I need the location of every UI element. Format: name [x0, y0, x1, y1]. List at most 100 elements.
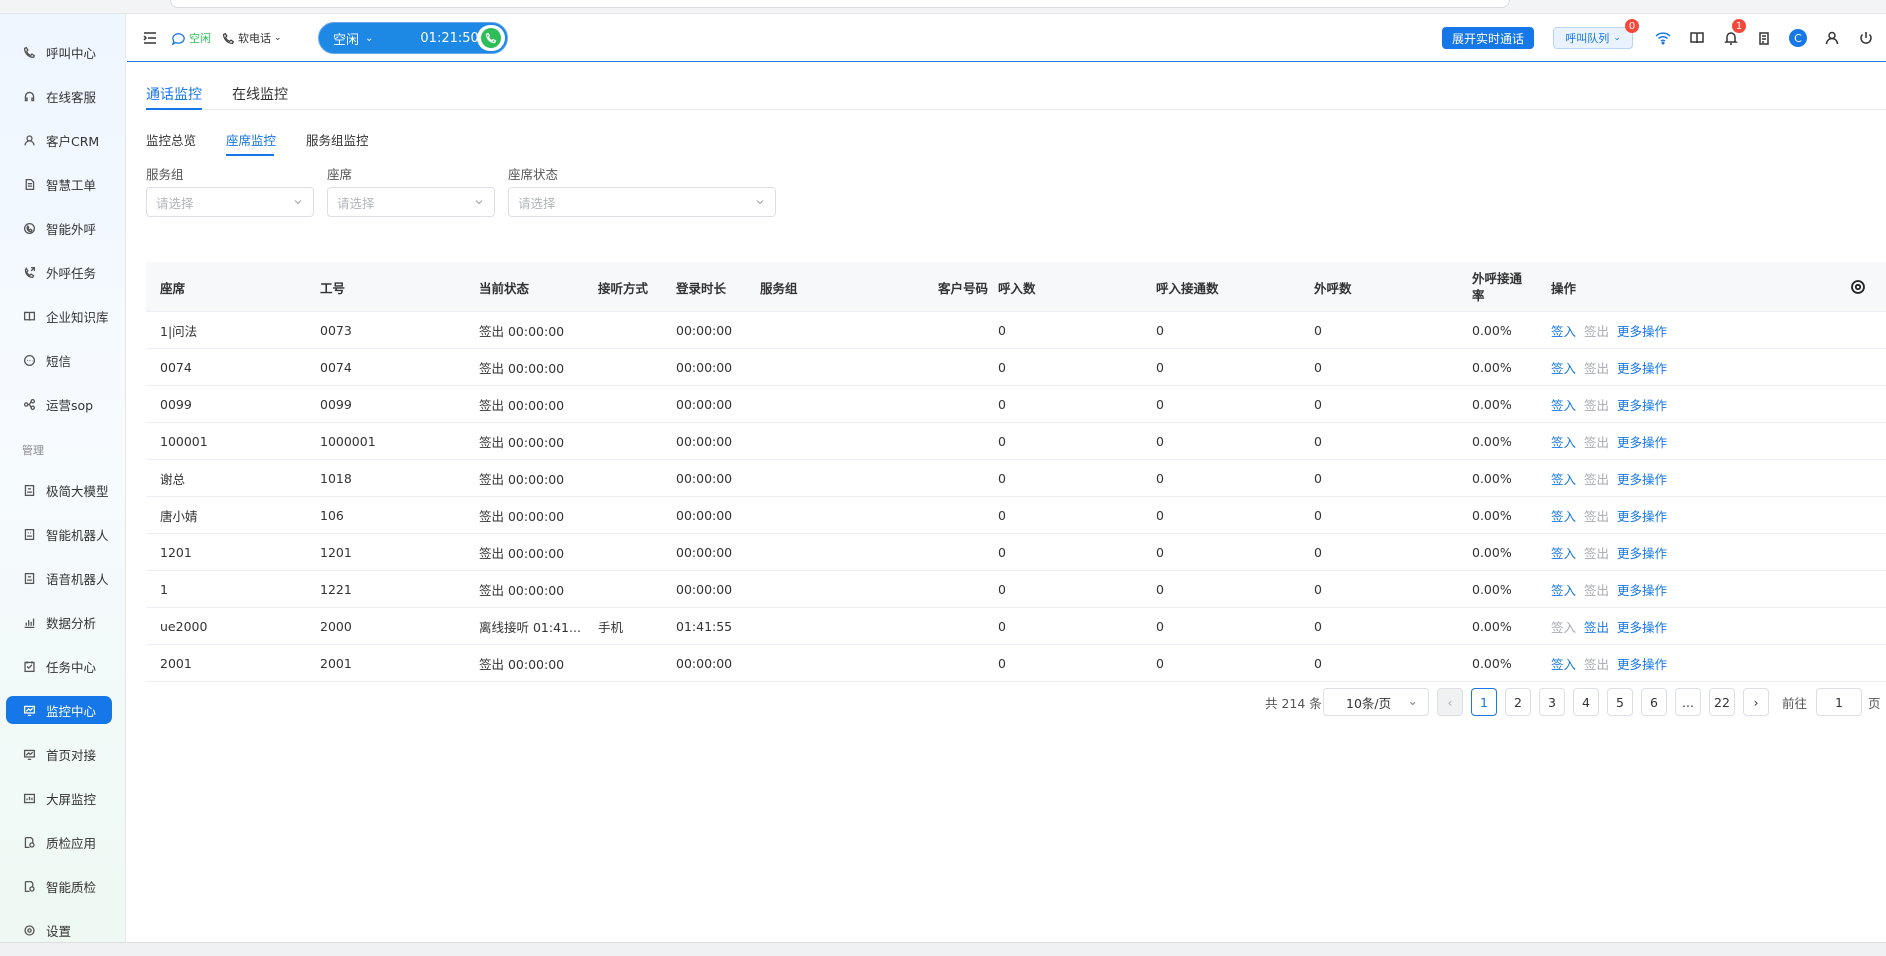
sidebar-item-user[interactable]: 客户CRM — [6, 126, 112, 154]
more-actions-link[interactable]: 更多操作 — [1617, 654, 1667, 673]
flow-icon — [22, 397, 36, 411]
signin-link[interactable]: 签入 — [1551, 358, 1576, 377]
signin-link[interactable]: 签入 — [1551, 654, 1576, 673]
realtime-call-button[interactable]: 展开实时通话 — [1442, 27, 1534, 49]
page-1[interactable]: 1 — [1471, 688, 1497, 716]
more-actions-link[interactable]: 更多操作 — [1617, 580, 1667, 599]
table-cell: 00:00:00 — [676, 582, 733, 597]
signin-link[interactable]: 签入 — [1551, 321, 1576, 340]
sidebar-item-chart[interactable]: 数据分析 — [6, 608, 112, 636]
menu-collapse-icon[interactable] — [141, 29, 159, 47]
goto-page-input[interactable]: 1 — [1816, 688, 1862, 716]
sidebar-item-task[interactable]: 任务中心 — [6, 652, 112, 680]
prev-page-button[interactable]: ‹ — [1437, 688, 1463, 716]
table-cell: 00:00:00 — [676, 545, 733, 560]
sidebar-item-book[interactable]: 企业知识库 — [6, 302, 112, 330]
sidebar-item-label: 呼叫中心 — [46, 45, 97, 61]
sidebar-item-phone[interactable]: 呼叫中心 — [6, 38, 112, 66]
book-icon[interactable] — [1688, 29, 1706, 47]
tab-online-monitor[interactable]: 在线监控 — [232, 84, 288, 104]
power-icon[interactable] — [1857, 29, 1875, 47]
signout-link[interactable]: 签出 — [1584, 358, 1609, 377]
signin-link[interactable]: 签入 — [1551, 543, 1576, 562]
page-2[interactable]: 2 — [1505, 688, 1531, 716]
tab-call-monitor[interactable]: 通话监控 — [146, 84, 202, 104]
table-cell: 01:41:55 — [676, 619, 733, 634]
signin-link[interactable]: 签入 — [1551, 432, 1576, 451]
page-22[interactable]: 22 — [1709, 688, 1735, 716]
signout-link[interactable]: 签出 — [1584, 432, 1609, 451]
subtab-overview[interactable]: 监控总览 — [146, 130, 196, 149]
subtab-agent-monitor[interactable]: 座席监控 — [226, 130, 276, 149]
next-page-button[interactable]: › — [1743, 688, 1769, 716]
signin-link[interactable]: 签入 — [1551, 469, 1576, 488]
more-actions-link[interactable]: 更多操作 — [1617, 469, 1667, 488]
call-control-pill[interactable]: 空闲 ⌄ 01:21:50 — [318, 22, 508, 54]
column-header: 操作 — [1551, 280, 1577, 296]
sidebar-item-voice-robot[interactable]: 语音机器人 — [6, 564, 112, 592]
table-cell: 2001 — [320, 656, 352, 671]
page-5[interactable]: 5 — [1607, 688, 1633, 716]
sidebar-item-monitor[interactable]: 监控中心 — [6, 696, 112, 724]
sidebar-item-inspect[interactable]: 质检应用 — [6, 828, 112, 856]
wifi-icon[interactable] — [1654, 29, 1672, 47]
sidebar-item-smart-inspect[interactable]: 智能质检 — [6, 872, 112, 900]
gear-icon — [22, 923, 36, 937]
signout-link[interactable]: 签出 — [1584, 469, 1609, 488]
more-actions-link[interactable]: 更多操作 — [1617, 432, 1667, 451]
column-settings-icon[interactable] — [1849, 278, 1867, 296]
more-actions-link[interactable]: 更多操作 — [1617, 321, 1667, 340]
sidebar-item-screen[interactable]: 大屏监控 — [6, 784, 112, 812]
user-profile-icon[interactable] — [1823, 29, 1841, 47]
sidebar-item-robot[interactable]: 智能机器人 — [6, 520, 112, 548]
sidebar-item-chat-phone[interactable]: 智能外呼 — [6, 214, 112, 242]
clipboard-icon[interactable] — [1755, 29, 1773, 47]
column-header: 接听方式 — [598, 280, 649, 296]
sidebar-item-flow[interactable]: 运营sop — [6, 390, 112, 418]
sidebar-item-headset[interactable]: 在线客服 — [6, 82, 112, 110]
group-select[interactable]: 请选择 — [146, 187, 314, 217]
more-actions-link[interactable]: 更多操作 — [1617, 358, 1667, 377]
table-cell: 0 — [1314, 545, 1322, 560]
signout-link[interactable]: 签出 — [1584, 617, 1609, 636]
sidebar-item-gear[interactable]: 设置 — [6, 916, 112, 944]
sidebar-item-model[interactable]: 极简大模型 — [6, 476, 112, 504]
signout-link[interactable]: 签出 — [1584, 395, 1609, 414]
page-size-select[interactable]: 10条/页 ⌄ — [1323, 688, 1429, 716]
more-actions-link[interactable]: 更多操作 — [1617, 506, 1667, 525]
sidebar-item-sms[interactable]: 短信 — [6, 346, 112, 374]
signin-link[interactable]: 签入 — [1551, 395, 1576, 414]
sidebar-item-phone-outgoing[interactable]: 外呼任务 — [6, 258, 112, 286]
more-actions-link[interactable]: 更多操作 — [1617, 395, 1667, 414]
total-count: 共 214 条 — [1265, 695, 1322, 711]
sidebar-item-dashboard[interactable]: 首页对接 — [6, 740, 112, 768]
more-actions-link[interactable]: 更多操作 — [1617, 543, 1667, 562]
agent-status-select[interactable]: 请选择 — [508, 187, 776, 217]
signout-link[interactable]: 签出 — [1584, 654, 1609, 673]
address-bar[interactable] — [170, 0, 1510, 8]
avatar[interactable]: C — [1789, 29, 1807, 47]
signout-link[interactable]: 签出 — [1584, 321, 1609, 340]
signout-link[interactable]: 签出 — [1584, 580, 1609, 599]
signin-link[interactable]: 签入 — [1551, 506, 1576, 525]
table-cell: 0 — [998, 323, 1006, 338]
page-3[interactable]: 3 — [1539, 688, 1565, 716]
signout-link[interactable]: 签出 — [1584, 506, 1609, 525]
row-actions: 签入 签出 更多操作 — [1551, 423, 1675, 460]
sidebar-item-document[interactable]: 智慧工单 — [6, 170, 112, 198]
call-queue-dropdown[interactable]: 呼叫队列 ⌄ — [1553, 27, 1633, 49]
more-actions-link[interactable]: 更多操作 — [1617, 617, 1667, 636]
phone-type-dropdown[interactable]: 软电话 ⌄ — [222, 30, 282, 46]
signin-link[interactable]: 签入 — [1551, 617, 1576, 636]
answer-call-button[interactable] — [477, 25, 505, 51]
page-ellipsis[interactable]: ... — [1675, 688, 1701, 716]
agent-select[interactable]: 请选择 — [327, 187, 495, 217]
call-status[interactable]: 空闲 — [333, 29, 359, 48]
page-6[interactable]: 6 — [1641, 688, 1667, 716]
signout-link[interactable]: 签出 — [1584, 543, 1609, 562]
agent-status[interactable]: 空闲 — [171, 30, 211, 46]
sidebar-item-label: 语音机器人 — [46, 571, 109, 587]
page-4[interactable]: 4 — [1573, 688, 1599, 716]
signin-link[interactable]: 签入 — [1551, 580, 1576, 599]
subtab-group-monitor[interactable]: 服务组监控 — [306, 130, 369, 149]
